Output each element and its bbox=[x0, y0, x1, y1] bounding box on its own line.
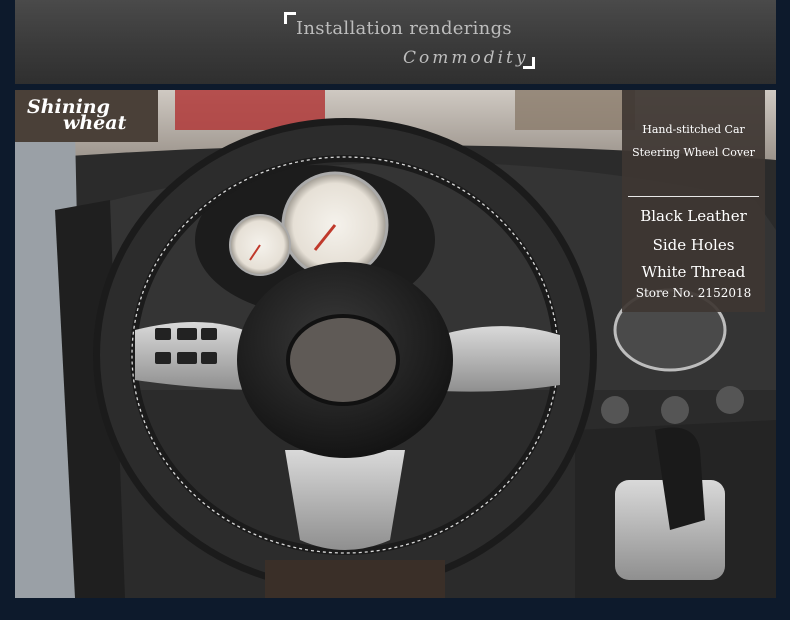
product-title-line-1: Hand-stitched Car bbox=[642, 123, 745, 136]
feature-item: White Thread bbox=[641, 263, 746, 281]
logo-line-2: wheat bbox=[63, 112, 127, 134]
divider bbox=[628, 196, 759, 197]
product-title-line-2: Steering Wheel Cover bbox=[632, 146, 755, 159]
brand-logo: Shining wheat bbox=[15, 90, 158, 142]
banner-subheading: Commodity bbox=[403, 48, 529, 68]
feature-item: Black Leather bbox=[640, 207, 747, 225]
corner-bracket-top-left bbox=[284, 12, 296, 24]
product-info-panel: Hand-stitched Car Steering Wheel Cover B… bbox=[622, 90, 765, 312]
feature-item: Side Holes bbox=[652, 236, 735, 254]
banner-heading: Installation renderings bbox=[296, 18, 512, 39]
header-banner: Installation renderings Commodity bbox=[15, 0, 776, 84]
corner-bracket-bottom-right bbox=[523, 57, 535, 69]
store-number: Store No. 2152018 bbox=[635, 286, 752, 300]
